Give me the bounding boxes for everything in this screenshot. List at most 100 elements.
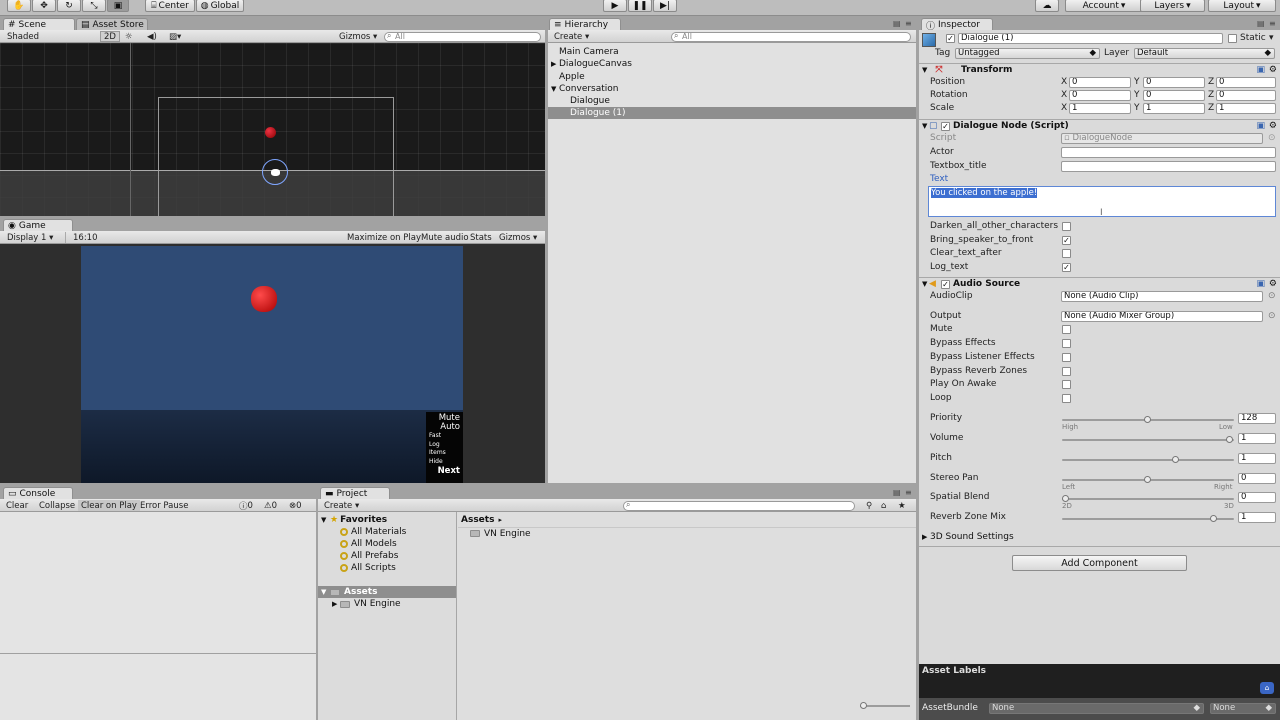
- toggle-log-text-checkbox[interactable]: ✓: [1062, 263, 1071, 272]
- display-dropdown[interactable]: Display 1 ▾: [4, 232, 66, 243]
- search-by-type-button[interactable]: ⚲: [863, 500, 875, 511]
- stereo-pan-field[interactable]: 0: [1238, 473, 1276, 484]
- maximize-on-play-toggle[interactable]: Maximize on Play: [344, 232, 424, 243]
- collapse-arrow-icon[interactable]: ▼: [321, 588, 330, 596]
- layer-dropdown[interactable]: Default ◆: [1134, 48, 1275, 59]
- volume-slider-knob[interactable]: [1226, 436, 1233, 443]
- volume-slider[interactable]: [1062, 436, 1234, 443]
- stereo-pan-slider[interactable]: [1062, 476, 1234, 483]
- audio-source-header[interactable]: ▼ ◀ ✓ Audio Source ▣ ⚙: [919, 277, 1280, 290]
- assetbundle-name-dropdown[interactable]: None ◆: [989, 703, 1204, 714]
- favorites-header[interactable]: ▼ ★ Favorites: [318, 514, 456, 526]
- tree-item-vn-engine[interactable]: ▶ VN Engine: [318, 598, 456, 610]
- hierarchy-item-dialoguecanvas[interactable]: ▶ DialogueCanvas: [548, 58, 916, 70]
- pivot-center-button[interactable]: ⌸ Center: [145, 0, 195, 12]
- play-on-awake-checkbox[interactable]: [1062, 380, 1071, 389]
- gameobject-name-field[interactable]: Dialogue (1): [958, 33, 1223, 44]
- bypass-listener-effects-checkbox[interactable]: [1062, 353, 1071, 362]
- project-lock-icon[interactable]: ▤: [893, 488, 901, 497]
- console-error-pause-button[interactable]: Error Pause: [137, 500, 191, 511]
- menu-items-button[interactable]: Items: [429, 449, 460, 458]
- assets-root[interactable]: ▼ Assets: [318, 586, 456, 598]
- console-warning-filter[interactable]: ⚠ 0: [261, 500, 280, 511]
- priority-field[interactable]: 128: [1238, 413, 1276, 424]
- console-error-filter[interactable]: ⊗ 0: [286, 500, 305, 511]
- expand-arrow-icon[interactable]: ▶: [332, 600, 340, 608]
- menu-hide-button[interactable]: Hide: [429, 458, 460, 467]
- position-z-field[interactable]: 0: [1216, 77, 1276, 88]
- scale-y-field[interactable]: 1: [1143, 103, 1205, 114]
- spatial-blend-slider-knob[interactable]: [1062, 495, 1069, 502]
- scene-viewport[interactable]: [0, 43, 545, 216]
- dialogue-node-header[interactable]: ▼ ▢ ✓ Dialogue Node (Script) ▣ ⚙: [919, 119, 1280, 132]
- priority-slider[interactable]: [1062, 416, 1234, 423]
- mute-audio-toggle[interactable]: Mute audio: [418, 232, 472, 243]
- pitch-slider-knob[interactable]: [1171, 456, 1179, 463]
- splitter-vertical-left[interactable]: [545, 16, 548, 485]
- loop-checkbox[interactable]: [1062, 394, 1071, 403]
- scene-search-input[interactable]: All: [384, 31, 541, 42]
- move-tool-button[interactable]: ✥: [32, 0, 56, 12]
- reverb-zone-mix-slider[interactable]: [1062, 515, 1234, 522]
- menu-fast-button[interactable]: Fast: [429, 432, 460, 441]
- collapse-arrow-icon[interactable]: ▼: [321, 516, 330, 524]
- apple-sprite[interactable]: [251, 286, 277, 312]
- scale-z-field[interactable]: 1: [1216, 103, 1276, 114]
- output-field[interactable]: None (Audio Mixer Group): [1061, 311, 1263, 322]
- label-tag-icon[interactable]: ⌂: [1260, 682, 1274, 694]
- console-divider[interactable]: [0, 653, 316, 654]
- audioclip-field[interactable]: None (Audio Clip): [1061, 291, 1263, 302]
- console-info-filter[interactable]: ⓘ 0: [236, 500, 256, 512]
- splitter-console-project[interactable]: [316, 486, 318, 720]
- transform-header[interactable]: ▼ ⤧ Transform ▣ ⚙: [919, 63, 1280, 76]
- spatial-blend-slider[interactable]: [1062, 495, 1234, 502]
- dialogue-node-enabled-checkbox[interactable]: ✓: [941, 121, 950, 131]
- favorite-all-prefabs[interactable]: All Prefabs: [318, 550, 456, 562]
- cloud-button[interactable]: ☁: [1035, 0, 1059, 12]
- hierarchy-create-dropdown[interactable]: Create ▾: [551, 31, 592, 42]
- splitter-horizontal[interactable]: [0, 483, 916, 486]
- project-search-input[interactable]: [623, 500, 855, 511]
- lighting-toggle[interactable]: ☼: [122, 31, 136, 42]
- hierarchy-item-apple[interactable]: Apple: [548, 71, 916, 83]
- rotation-x-field[interactable]: 0: [1069, 90, 1131, 101]
- favorite-all-materials[interactable]: All Materials: [318, 526, 456, 538]
- menu-auto-button[interactable]: Auto: [429, 423, 460, 432]
- scene-gizmos-dropdown[interactable]: Gizmos ▾: [336, 31, 380, 42]
- expand-arrow-icon[interactable]: ▶: [551, 60, 559, 68]
- collapse-arrow-icon[interactable]: ▼: [919, 280, 929, 288]
- stereo-pan-slider-knob[interactable]: [1144, 476, 1151, 483]
- help-icon[interactable]: ▣: [1256, 121, 1265, 131]
- hierarchy-item-dialogue[interactable]: Dialogue: [548, 95, 916, 107]
- mute-checkbox[interactable]: [1062, 325, 1071, 334]
- project-breadcrumb[interactable]: Assets ▸: [458, 514, 916, 526]
- help-icon[interactable]: ▣: [1256, 279, 1265, 289]
- rotation-y-field[interactable]: 0: [1143, 90, 1205, 101]
- actor-field[interactable]: [1061, 147, 1276, 158]
- transform-gizmo[interactable]: [262, 159, 288, 185]
- audio-toggle[interactable]: ◀): [144, 31, 160, 42]
- pitch-field[interactable]: 1: [1238, 453, 1276, 464]
- collapse-arrow-icon[interactable]: ▼: [919, 122, 929, 130]
- scale-tool-button[interactable]: ⤡: [82, 0, 106, 12]
- gear-icon[interactable]: ⚙: [1269, 121, 1277, 131]
- aspect-dropdown[interactable]: 16:10: [70, 232, 190, 243]
- layers-dropdown[interactable]: Layers ▾: [1140, 0, 1205, 12]
- pitch-slider[interactable]: [1062, 456, 1234, 463]
- layout-dropdown[interactable]: Layout ▾: [1208, 0, 1276, 12]
- 3d-sound-settings-foldout[interactable]: ▶ 3D Sound Settings: [919, 531, 1280, 543]
- account-dropdown[interactable]: Account ▾: [1065, 0, 1143, 12]
- hierarchy-search-input[interactable]: All: [671, 31, 911, 42]
- splitter-vertical-right[interactable]: [916, 16, 919, 720]
- space-global-button[interactable]: ◍ Global: [196, 0, 244, 12]
- rotate-tool-button[interactable]: ↻: [57, 0, 81, 12]
- inspector-lock-icon[interactable]: ▤: [1257, 19, 1265, 28]
- bypass-reverb-zones-checkbox[interactable]: [1062, 367, 1071, 376]
- pause-button[interactable]: ❚❚: [628, 0, 652, 12]
- scale-x-field[interactable]: 1: [1069, 103, 1131, 114]
- toggle-darken-checkbox[interactable]: [1062, 222, 1071, 231]
- textbox-title-field[interactable]: [1061, 161, 1276, 172]
- menu-log-button[interactable]: Log: [429, 441, 460, 450]
- bypass-effects-checkbox[interactable]: [1062, 339, 1071, 348]
- priority-slider-knob[interactable]: [1144, 416, 1151, 423]
